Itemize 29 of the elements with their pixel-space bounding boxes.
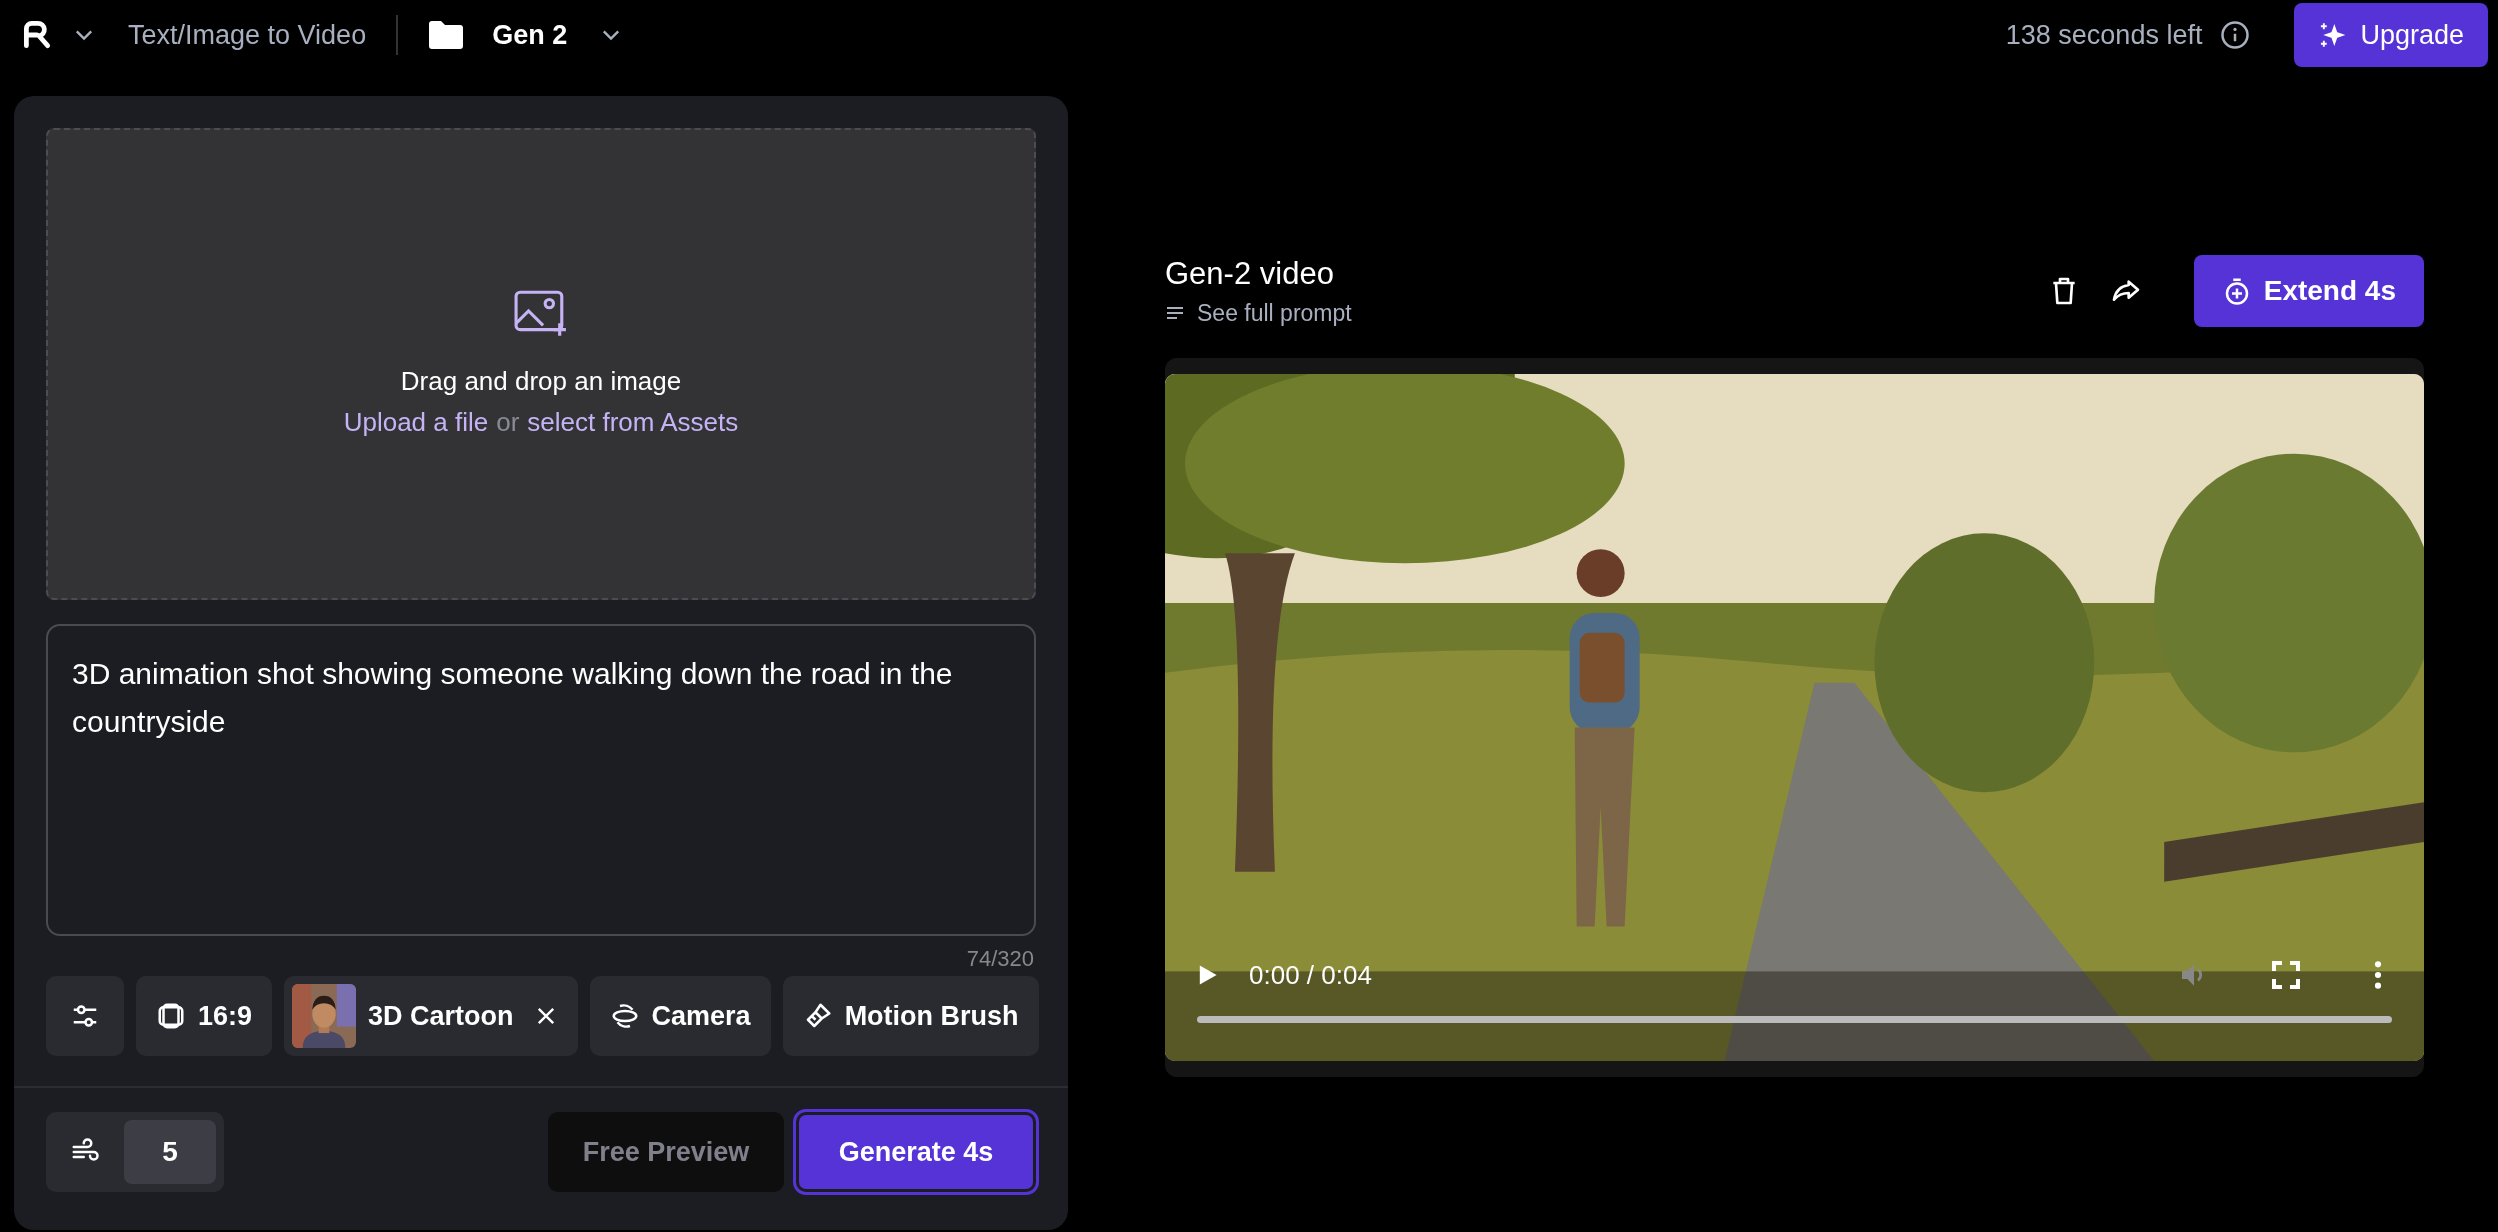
drop-title: Drag and drop an image: [400, 366, 682, 397]
motion-brush-button[interactable]: Motion Brush: [782, 976, 1039, 1056]
credits-remaining: 138 seconds left: [2005, 19, 2203, 51]
video-title: Gen-2 video: [1165, 255, 1335, 292]
aspect-ratio-icon: [156, 1001, 186, 1031]
image-add-icon: [514, 290, 568, 338]
upgrade-button[interactable]: Upgrade: [2294, 3, 2488, 67]
info-icon[interactable]: [2220, 20, 2251, 50]
or-text: or: [496, 407, 520, 438]
style-chip[interactable]: 3D Cartoon: [284, 976, 578, 1056]
extend-button[interactable]: Extend 4s: [2193, 255, 2424, 327]
upload-link[interactable]: Upload a file: [343, 407, 489, 438]
aspect-ratio-button[interactable]: 16:9: [136, 976, 273, 1056]
generate-button[interactable]: Generate 4s: [796, 1112, 1036, 1192]
lines-icon: [1165, 305, 1185, 321]
fullscreen-icon[interactable]: [2270, 959, 2302, 991]
camera-button[interactable]: Camera: [589, 976, 771, 1056]
full-prompt-link[interactable]: See full prompt: [1197, 299, 1352, 327]
prompt-field[interactable]: 3D animation shot showing someone walking down the road in the countryside: [46, 624, 1036, 936]
character-counter: 74/320: [966, 946, 1034, 972]
image-drop-zone[interactable]: Drag and drop an image Upload a file or select from Assets: [46, 128, 1036, 600]
video-time: 0:00 / 0:04: [1249, 959, 1372, 991]
workspace-label[interactable]: Text/Image to Video: [128, 19, 367, 51]
settings-button[interactable]: [46, 976, 124, 1056]
motion-value-field[interactable]: 5: [124, 1120, 216, 1184]
sparkle-icon: [2318, 21, 2347, 49]
folder-name[interactable]: Gen 2: [492, 19, 568, 51]
folder-icon: [428, 20, 465, 50]
assets-link[interactable]: select from Assets: [527, 407, 739, 438]
